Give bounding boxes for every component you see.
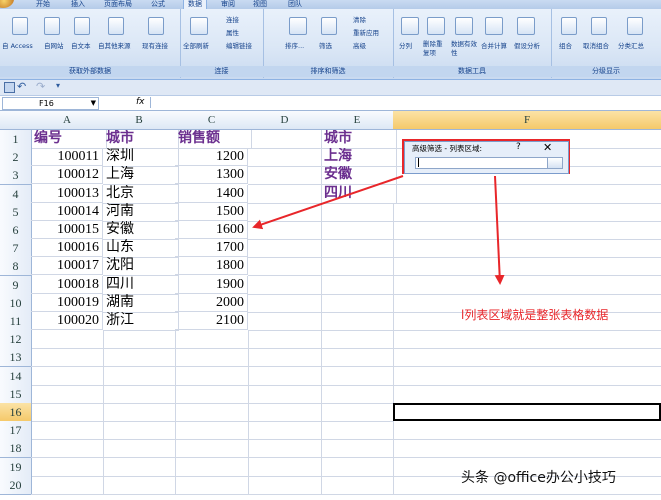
- arrow-to-table: [252, 175, 404, 230]
- annotation-arrows: [252, 175, 505, 285]
- arrow-to-note: [494, 175, 505, 285]
- annotation-text: l列表区域就是整张表格数据: [461, 308, 609, 322]
- watermark: 头条 @office办公小技巧: [461, 470, 616, 486]
